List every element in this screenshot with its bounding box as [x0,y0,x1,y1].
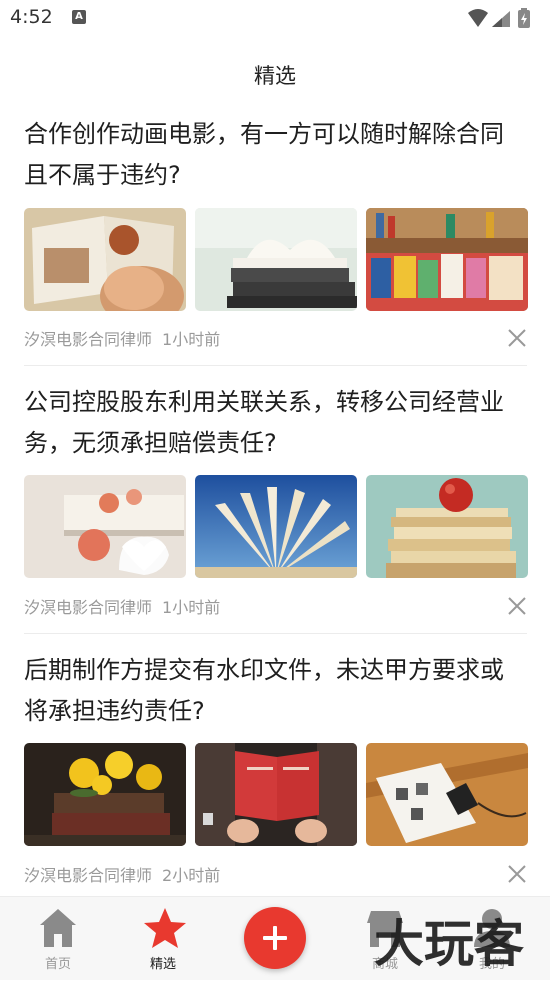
article-card[interactable]: 合作创作动画电影，有一方可以随时解除合同且不属于违约? 汐溟电影合同律师 1小时… [24,114,528,366]
thumbnail-image[interactable] [24,743,186,846]
divider [24,633,527,634]
plus-icon [244,926,306,973]
status-icons [466,7,536,35]
thumbnail-image[interactable] [366,475,528,578]
home-icon [38,907,78,953]
tab-featured[interactable]: 精选 [108,897,218,980]
thumbnail-row [24,475,528,578]
article-time: 1小时前 [162,598,221,617]
article-meta: 汐溟电影合同律师 1小时前 [24,326,220,350]
tab-label: 我的 [478,957,505,972]
article-meta: 汐溟电影合同律师 2小时前 [24,862,220,886]
user-icon [472,907,512,953]
status-bar: 4:52 A [0,0,550,38]
article-time: 1小时前 [162,330,221,349]
battery-icon [518,8,530,28]
tab-label: 首页 [44,957,71,972]
thumbnail-image[interactable] [195,475,357,578]
close-icon[interactable] [507,328,527,348]
thumbnail-image[interactable] [24,475,186,578]
add-button[interactable] [244,907,306,969]
tab-label: 商城 [371,957,398,972]
article-meta: 汐溟电影合同律师 1小时前 [24,594,220,618]
star-icon [143,907,187,953]
page-title: 精选 [254,64,296,88]
shop-icon [365,907,405,953]
article-time: 2小时前 [162,866,221,885]
article-card[interactable]: 公司控股股东利用关联关系，转移公司经营业务，无须承担赔偿责任? 汐溟电影合同律师… [24,382,528,634]
thumbnail-image[interactable] [24,208,186,311]
thumbnail-image[interactable] [195,743,357,846]
notification-icon: A [72,10,86,24]
article-card[interactable]: 后期制作方提交有水印文件，未达甲方要求或将承担违约责任? 汐溟电影合同律师 2小… [24,650,528,890]
signal-icon [492,11,510,27]
thumbnail-image[interactable] [195,208,357,311]
divider [24,365,527,366]
article-title[interactable]: 合作创作动画电影，有一方可以随时解除合同且不属于违约? [24,114,527,196]
thumbnail-image[interactable] [366,208,528,311]
thumbnail-row [24,743,528,846]
tab-shop[interactable]: 商城 [330,897,440,980]
close-icon[interactable] [507,864,527,884]
article-source: 汐溟电影合同律师 [24,598,153,617]
tab-home[interactable]: 首页 [3,897,113,980]
article-title[interactable]: 公司控股股东利用关联关系，转移公司经营业务，无须承担赔偿责任? [24,382,527,464]
tab-profile[interactable]: 我的 [437,897,547,980]
wifi-icon [468,9,488,27]
article-source: 汐溟电影合同律师 [24,866,153,885]
tab-label: 精选 [149,957,176,972]
close-icon[interactable] [507,596,527,616]
thumbnail-row [24,208,528,311]
article-title[interactable]: 后期制作方提交有水印文件，未达甲方要求或将承担违约责任? [24,650,527,732]
status-time: 4:52 [10,6,53,28]
thumbnail-image[interactable] [366,743,528,846]
article-source: 汐溟电影合同律师 [24,330,153,349]
